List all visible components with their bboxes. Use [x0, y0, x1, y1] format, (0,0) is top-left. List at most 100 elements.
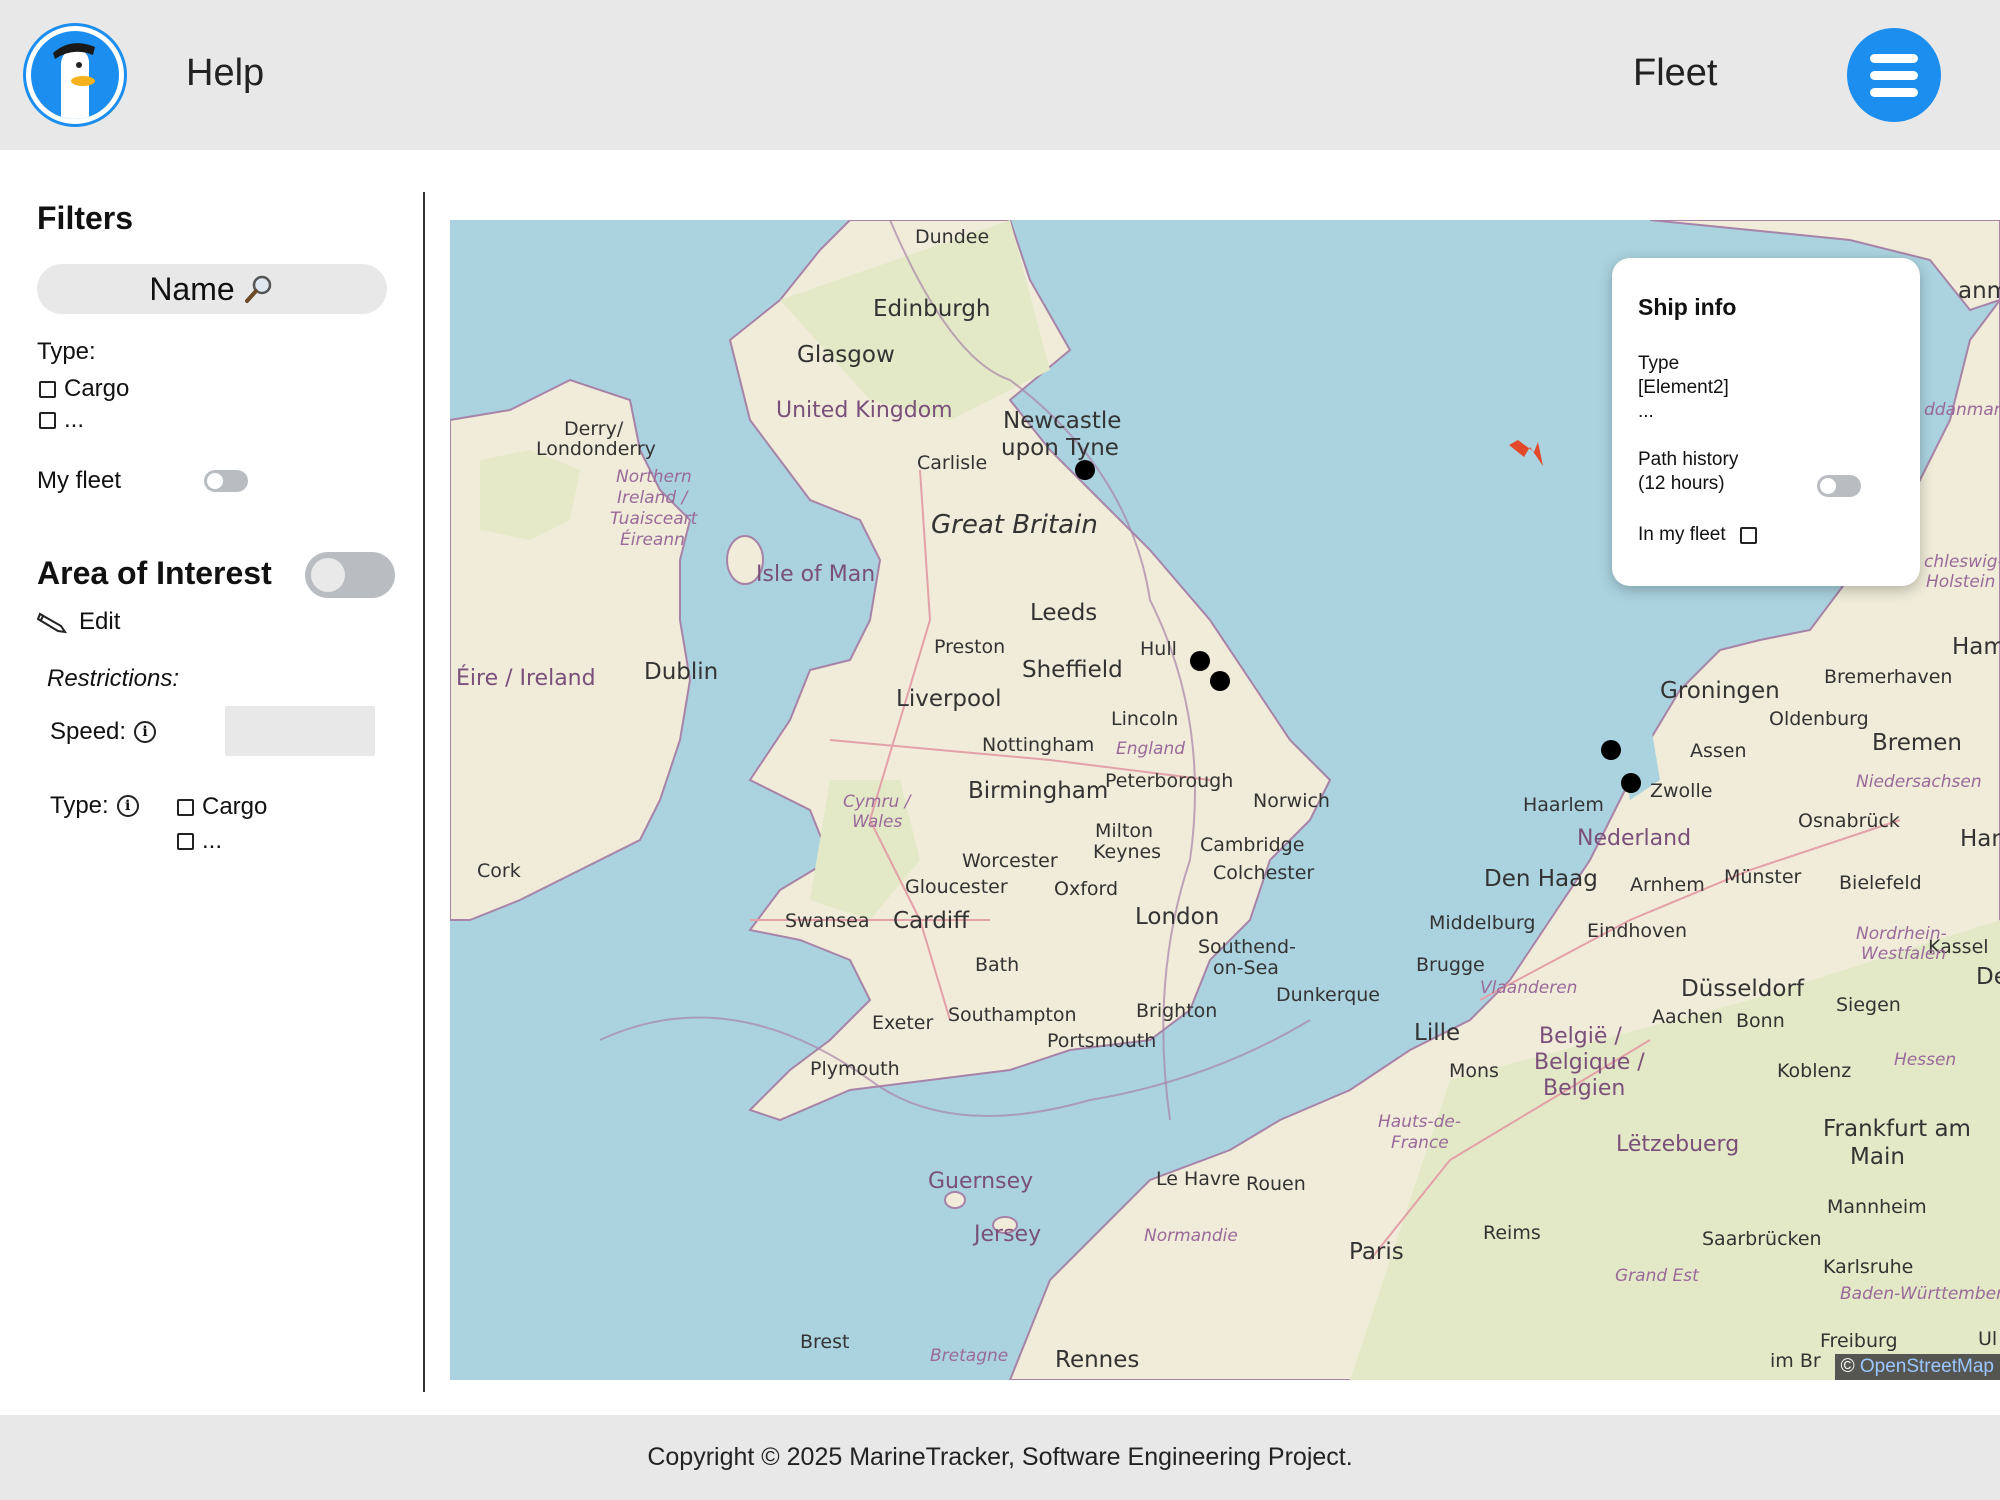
ship-marker[interactable]	[1601, 740, 1621, 760]
map-label: Mons	[1449, 1060, 1499, 1082]
ship-type-value: [Element2]	[1638, 377, 1729, 398]
map-label: Derry/	[564, 418, 624, 440]
map-label: Niedersachsen	[1856, 772, 1982, 792]
map-label: Haarlem	[1523, 794, 1604, 816]
map-label: Bonn	[1736, 1010, 1785, 1032]
menu-bar-icon	[1870, 70, 1918, 80]
area-of-interest-toggle[interactable]	[305, 552, 395, 598]
ship-marker[interactable]	[1190, 651, 1210, 671]
map-label: Zwolle	[1650, 780, 1713, 802]
map-label: Dublin	[644, 659, 719, 685]
map-label: Oldenburg	[1769, 708, 1869, 730]
path-history-label: Path history	[1638, 449, 1739, 470]
ship-marker[interactable]	[1075, 460, 1095, 480]
in-my-fleet-row[interactable]: In my fleet	[1638, 524, 1757, 546]
area-of-interest-title: Area of Interest	[37, 555, 272, 591]
top-navbar: Help Fleet	[0, 0, 2000, 150]
map-label: Saarbrücken	[1702, 1228, 1822, 1250]
ship-info-panel: Ship info Type [Element2] ... Path histo…	[1612, 258, 1920, 586]
type-option-label: ...	[64, 406, 85, 433]
restriction-type-label: Type: i	[50, 792, 139, 820]
map-label: Le Havre	[1156, 1168, 1241, 1190]
map-label: Exeter	[872, 1012, 934, 1034]
map-label: Freiburg	[1820, 1330, 1898, 1352]
map-label: France	[1391, 1133, 1449, 1153]
checkbox[interactable]	[39, 380, 56, 398]
map-label: Birmingham	[968, 778, 1109, 804]
type-option-cargo[interactable]: Cargo	[39, 375, 129, 403]
map-label: Brugge	[1416, 954, 1485, 976]
help-link[interactable]: Help	[186, 52, 264, 95]
map-label: im Br	[1770, 1350, 1821, 1372]
map-label: Bremerhaven	[1824, 666, 1953, 688]
map-label: Belgique /	[1534, 1050, 1645, 1075]
marinetracker-logo[interactable]	[26, 26, 124, 124]
menu-bar-icon	[1870, 87, 1918, 97]
openstreetmap-link[interactable]: OpenStreetMap	[1860, 1356, 1994, 1377]
map-label: Main	[1850, 1144, 1905, 1170]
map-label: anmark	[1958, 278, 2000, 304]
path-history-toggle[interactable]	[1817, 475, 1861, 497]
magnifier-icon	[244, 275, 271, 303]
map-label: Aachen	[1652, 1006, 1723, 1028]
map-label: Middelburg	[1429, 912, 1536, 934]
my-fleet-toggle[interactable]	[204, 470, 248, 492]
type-option-more[interactable]: ...	[39, 406, 84, 434]
map-label: ddanmark	[1924, 400, 2000, 420]
map-label: Hessen	[1894, 1050, 1957, 1070]
checkbox[interactable]	[177, 832, 194, 850]
restriction-type-cargo[interactable]: Cargo	[177, 793, 267, 821]
map-label: Rennes	[1055, 1347, 1140, 1373]
checkbox[interactable]	[39, 411, 56, 429]
map-label: Newcastle	[1003, 408, 1122, 434]
map-attribution: © OpenStreetMap	[1834, 1354, 2000, 1380]
checkbox[interactable]	[177, 798, 194, 816]
map-label: Lille	[1414, 1020, 1461, 1046]
speed-restriction-label: Speed: i	[50, 718, 157, 746]
ship-marker[interactable]	[1621, 773, 1641, 793]
map-label: Éire / Ireland	[456, 666, 596, 691]
map-label: Carlisle	[917, 452, 988, 474]
map-label: Dunkerque	[1276, 984, 1380, 1006]
map-label: Osnabrück	[1798, 810, 1900, 832]
map-label: Cambridge	[1200, 834, 1305, 856]
seagull-icon	[53, 43, 95, 119]
edit-area-button[interactable]: Edit	[37, 608, 120, 636]
map-label: Karlsruhe	[1823, 1256, 1914, 1278]
map-label: Norwich	[1253, 790, 1330, 812]
map-label: Hauts-de-	[1378, 1112, 1462, 1132]
footer: Copyright © 2025 MarineTracker, Software…	[0, 1415, 2000, 1500]
ship-marker[interactable]	[1210, 671, 1230, 691]
map-label: Gloucester	[905, 876, 1008, 898]
map-label: Siegen	[1836, 994, 1901, 1016]
my-fleet-label: My fleet	[37, 467, 122, 494]
map-label: Bremen	[1872, 730, 1963, 756]
speed-input[interactable]	[225, 706, 375, 756]
info-icon[interactable]: i	[134, 721, 157, 743]
fleet-link[interactable]: Fleet	[1633, 52, 1717, 95]
map-label: Bath	[975, 954, 1020, 976]
speed-label: Speed:	[50, 718, 127, 745]
name-search-input[interactable]: Name	[37, 264, 387, 314]
map-label: Worcester	[962, 850, 1058, 872]
info-icon[interactable]: i	[116, 795, 139, 817]
map-label: Bielefeld	[1839, 872, 1922, 894]
map-label: Isle of Man	[756, 562, 876, 587]
hamburger-menu-button[interactable]	[1847, 28, 1941, 122]
restrictions-label: Restrictions:	[47, 665, 180, 692]
map-label: Southampton	[948, 1004, 1077, 1026]
map-label: Lëtzebuerg	[1616, 1132, 1740, 1157]
map-label: United Kingdom	[776, 398, 953, 423]
map-label: Great Britain	[931, 510, 1098, 540]
restriction-type-more[interactable]: ...	[177, 827, 222, 855]
map-label: Holstein	[1926, 572, 1996, 592]
map-label: Dundee	[915, 226, 990, 248]
in-my-fleet-checkbox[interactable]	[1739, 526, 1757, 544]
map-label: Portsmouth	[1047, 1030, 1157, 1052]
map-label: Glasgow	[797, 342, 895, 368]
map-label: Eindhoven	[1587, 920, 1688, 942]
filters-title: Filters	[37, 200, 134, 236]
map-label: Jersey	[974, 1222, 1042, 1247]
map-label: Cardiff	[893, 908, 970, 934]
map-label: Hamb	[1952, 634, 2000, 660]
